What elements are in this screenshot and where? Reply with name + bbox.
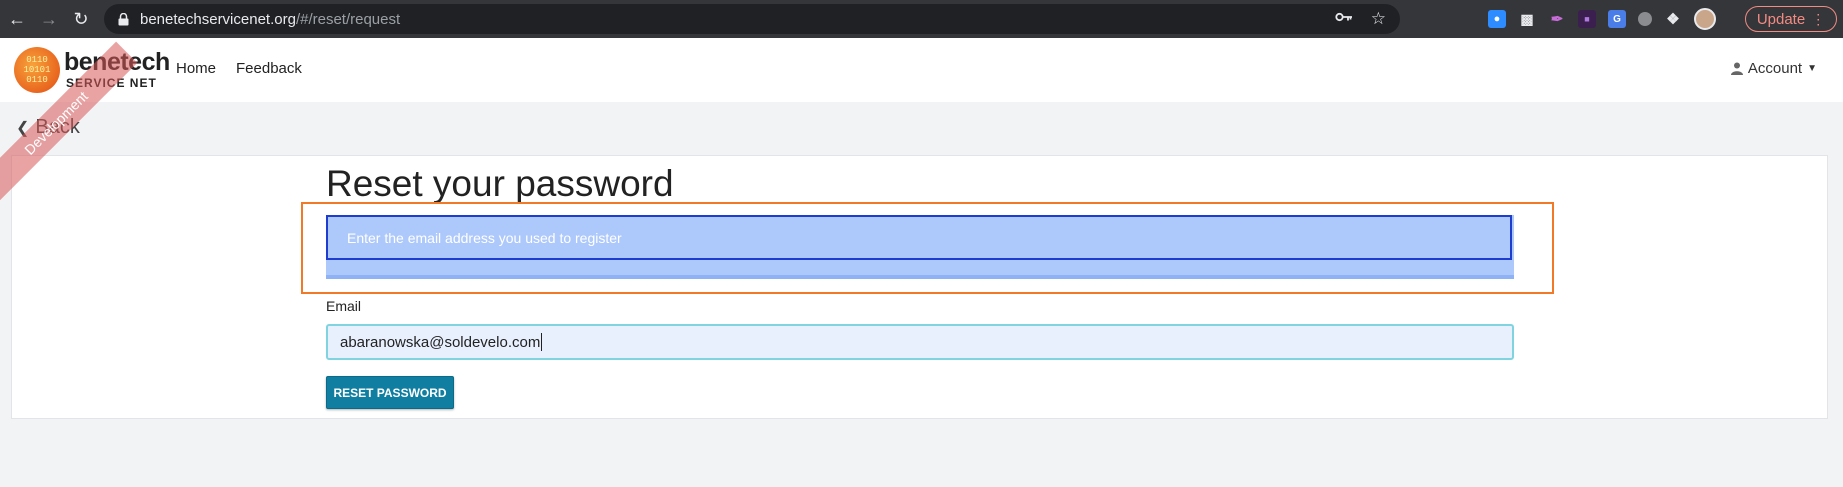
translate-icon[interactable]: G [1608,10,1626,28]
more-icon: ⋮ [1811,10,1826,27]
page-title: Reset your password [326,163,674,204]
email-field[interactable]: abaranowska@soldevelo.com [326,324,1514,360]
text-cursor [541,333,543,351]
browser-toolbar: ← → ↻ benetechservicenet.org/#/reset/req… [0,0,1843,38]
zoom-icon[interactable]: ● [1488,10,1506,28]
dark-mode-icon[interactable]: ▩ [1518,10,1536,28]
account-menu[interactable]: Account ▼ [1730,60,1817,77]
email-value: abaranowska@soldevelo.com [340,333,541,351]
nav-feedback-link[interactable]: Feedback [236,60,302,77]
circle-icon[interactable] [1638,12,1652,26]
address-bar[interactable]: benetechservicenet.org/#/reset/request ☆ [104,4,1400,34]
forward-arrow-icon[interactable]: → [32,0,66,38]
caret-down-icon: ▼ [1807,63,1817,74]
app-navbar: 0110101010110 benetech SERVICE NET Home … [0,38,1843,102]
url-text: benetechservicenet.org/#/reset/request [140,10,401,28]
update-button[interactable]: Update ⋮ [1745,6,1837,32]
key-icon[interactable] [1335,10,1353,28]
nav-home-link[interactable]: Home [176,60,216,77]
lock-icon [116,12,130,26]
email-label: Email [326,298,362,314]
star-icon[interactable]: ☆ [1371,9,1386,29]
highlight-box [301,202,1554,294]
logo-icon[interactable]: 0110 10101 0110 [14,47,60,93]
hu-icon[interactable]: ■ [1578,10,1596,28]
pen-icon[interactable]: ✒ [1548,10,1566,28]
reload-icon[interactable]: ↻ [64,0,98,38]
reset-password-button[interactable]: RESET PASSWORD [326,376,454,409]
avatar[interactable] [1694,8,1716,30]
back-arrow-icon[interactable]: ← [0,0,34,38]
user-icon [1730,62,1743,75]
puzzle-icon[interactable]: ❖ [1664,10,1682,28]
account-label: Account [1747,60,1803,77]
